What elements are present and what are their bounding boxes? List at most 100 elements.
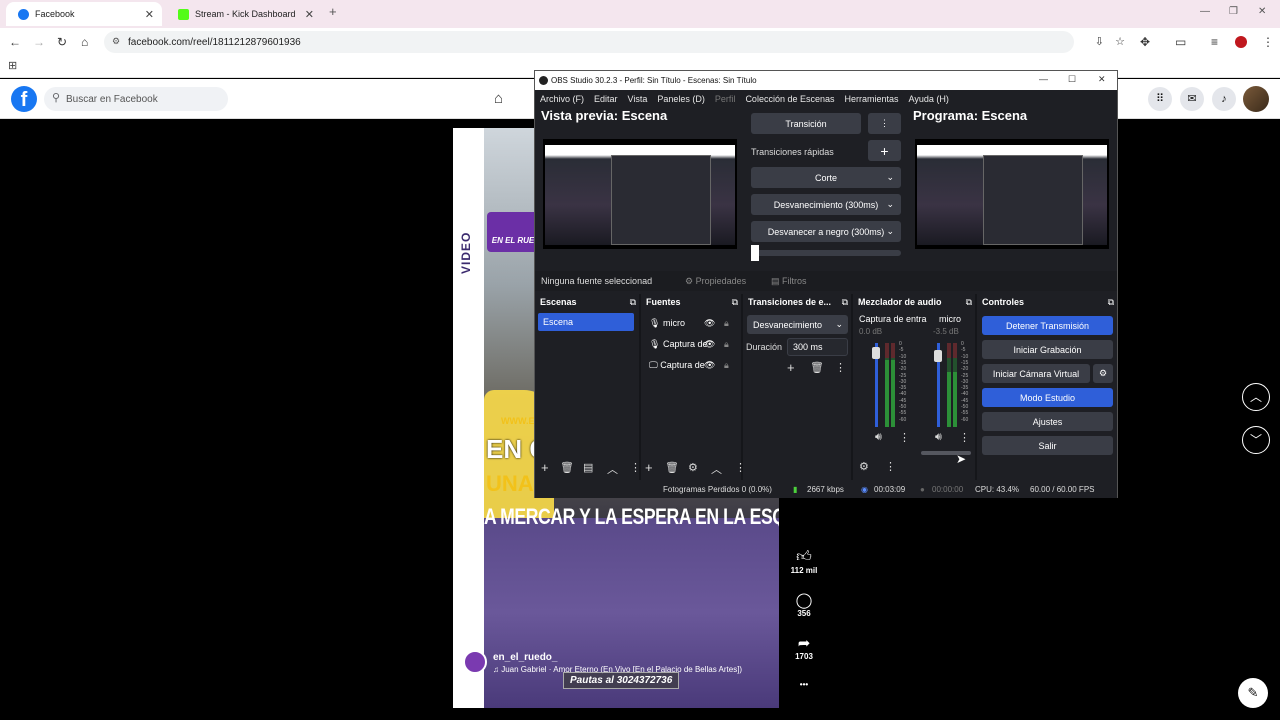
site-info-icon[interactable]: ⚙	[112, 36, 120, 47]
fader-handle[interactable]	[934, 350, 942, 362]
studio-mode-button[interactable]: Modo Estudio	[982, 388, 1113, 407]
duration-spinner[interactable]: 300 ms	[787, 338, 848, 356]
visibility-eye-icon[interactable]: 👁︎	[704, 356, 715, 374]
filters-button[interactable]: ▤ Filtros	[771, 276, 807, 287]
obs-window[interactable]: OBS Studio 30.2.3 - Perfil: Sin Título -…	[534, 70, 1118, 498]
source-item-micro[interactable]: 🎙︎ micro 👁︎ 🔒︎	[644, 314, 738, 332]
like-button[interactable]: 👍︎ 112 mil	[789, 548, 819, 575]
transition-menu-icon[interactable]: ⋮	[868, 113, 901, 134]
menu-coleccion[interactable]: Colección de Escenas	[745, 94, 834, 104]
program-canvas[interactable]	[915, 139, 1109, 249]
reel-username[interactable]: en_el_ruedo_	[493, 652, 557, 663]
more-icon[interactable]: ⋮	[630, 461, 641, 474]
move-up-icon[interactable]: ︿	[711, 461, 722, 477]
volume-speaker-icon[interactable]: 🔊︎	[935, 431, 942, 444]
menu-perfil[interactable]: Perfil	[715, 94, 736, 104]
tab-facebook[interactable]: Facebook ✕	[6, 2, 162, 26]
messenger-icon[interactable]: ✉	[1180, 87, 1204, 111]
quick-transition-fade-black[interactable]: Desvanecer a negro (300ms) ⌄	[751, 221, 901, 242]
home-nav-icon[interactable]: ⌂	[494, 90, 503, 107]
more-options-button[interactable]: •••	[789, 680, 819, 689]
add-scene-icon[interactable]: +	[541, 460, 549, 475]
user-avatar[interactable]	[1243, 86, 1269, 112]
forward-icon[interactable]: →	[33, 35, 45, 49]
transition-select[interactable]: Desvanecimiento ⌄	[747, 315, 848, 334]
facebook-search-input[interactable]: ⚲ Buscar en Facebook	[44, 87, 228, 111]
transition-slider[interactable]	[751, 250, 901, 256]
visibility-eye-icon[interactable]: 👁︎	[704, 314, 715, 332]
scene-filters-icon[interactable]: ▤	[583, 461, 593, 474]
exit-button[interactable]: Salir	[982, 436, 1113, 455]
fader-handle[interactable]	[872, 347, 880, 359]
restore-icon[interactable]: ❐	[1229, 6, 1238, 17]
volume-speaker-icon[interactable]: 🔊︎	[875, 431, 882, 444]
visibility-eye-icon[interactable]: 👁︎	[704, 335, 715, 353]
add-quick-transition-icon[interactable]: +	[868, 140, 901, 161]
close-tab-icon[interactable]: ✕	[145, 8, 154, 21]
undock-icon[interactable]: ⧉	[966, 294, 972, 310]
settings-button[interactable]: Ajustes	[982, 412, 1113, 431]
obs-maximize-icon[interactable]: ☐	[1068, 74, 1076, 85]
remove-scene-icon[interactable]: 🗑︎	[560, 461, 574, 474]
transition-slider-handle[interactable]	[751, 245, 759, 261]
reload-icon[interactable]: ↻	[57, 35, 67, 49]
install-icon[interactable]: ⇩	[1095, 35, 1104, 48]
undock-icon[interactable]: ⧉	[630, 294, 636, 310]
previous-reel-button[interactable]: ︿	[1242, 383, 1270, 411]
menu-ayuda[interactable]: Ayuda (H)	[909, 94, 949, 104]
move-up-icon[interactable]: ︿	[607, 461, 618, 477]
next-reel-button[interactable]: ﹀	[1242, 426, 1270, 454]
obs-close-icon[interactable]: ✕	[1098, 74, 1106, 85]
facebook-logo-icon[interactable]: f	[11, 86, 37, 112]
more-icon[interactable]: ⋮	[835, 361, 846, 374]
menu-editar[interactable]: Editar	[594, 94, 618, 104]
comment-button[interactable]: ◯ 356	[789, 591, 819, 618]
remove-transition-icon[interactable]: 🗑︎	[810, 361, 824, 374]
reel-author-avatar[interactable]	[463, 650, 487, 674]
extensions-icon[interactable]: ✥	[1140, 35, 1150, 49]
cast-icon[interactable]: ▭	[1175, 35, 1186, 49]
source-item-captura-pantalla[interactable]: 🖵︎ Captura de 👁︎ 🔒︎	[644, 356, 738, 374]
more-icon[interactable]: ⋮	[885, 460, 896, 473]
close-window-icon[interactable]: ✕	[1258, 6, 1266, 17]
share-button[interactable]: ➦ 1703	[789, 634, 819, 661]
quick-transition-corte[interactable]: Corte ⌄	[751, 167, 901, 188]
menu-grid-icon[interactable]: ⠿	[1148, 87, 1172, 111]
notifications-bell-icon[interactable]: ♪	[1212, 87, 1236, 111]
lock-icon[interactable]: 🔒︎	[724, 314, 729, 332]
address-bar[interactable]: ⚙ facebook.com/reel/1811212879601936 ⇩ ☆	[104, 31, 1125, 53]
quick-transition-fade[interactable]: Desvanecimiento (300ms) ⌄	[751, 194, 901, 215]
undock-icon[interactable]: ⧉	[732, 294, 738, 310]
tab-kick-dashboard[interactable]: Stream - Kick Dashboard ✕	[166, 2, 322, 26]
back-icon[interactable]: ←	[9, 35, 21, 49]
undock-icon[interactable]: ⧉	[842, 294, 848, 310]
minimize-icon[interactable]: —	[1200, 6, 1210, 17]
menu-paneles[interactable]: Paneles (D)	[657, 94, 705, 104]
preview-canvas[interactable]	[543, 139, 737, 249]
source-item-captura-audio[interactable]: 🎙︎ Captura de 👁︎ 🔒︎	[644, 335, 738, 353]
undock-icon[interactable]: ⧉	[1108, 294, 1114, 310]
source-settings-icon[interactable]: ⚙	[688, 461, 698, 474]
menu-vista[interactable]: Vista	[628, 94, 648, 104]
apps-grid-icon[interactable]: ⊞	[8, 59, 17, 72]
more-icon[interactable]: ⋮	[735, 461, 746, 474]
compose-icon[interactable]: ✎	[1238, 678, 1268, 708]
menu-icon[interactable]: ⋮	[1262, 35, 1274, 49]
bookmark-star-icon[interactable]: ☆	[1115, 35, 1125, 48]
profile-icon[interactable]	[1235, 36, 1247, 48]
lock-icon[interactable]: 🔒︎	[724, 335, 729, 353]
start-recording-button[interactable]: Iniciar Grabación	[982, 340, 1113, 359]
menu-archivo[interactable]: Archivo (F)	[540, 94, 584, 104]
home-icon[interactable]: ⌂	[81, 35, 88, 49]
lock-icon[interactable]: 🔒︎	[724, 356, 729, 374]
properties-button[interactable]: ⚙ Propiedades	[685, 276, 746, 287]
mixer-settings-icon[interactable]: ⚙	[859, 460, 869, 473]
stop-streaming-button[interactable]: Detener Transmisión	[982, 316, 1113, 335]
new-tab-icon[interactable]: +	[329, 4, 337, 19]
transition-button[interactable]: Transición	[751, 113, 861, 134]
more-icon[interactable]: ⋮	[959, 431, 970, 444]
close-tab-icon[interactable]: ✕	[305, 8, 314, 21]
media-icon[interactable]: ≡	[1211, 35, 1218, 49]
remove-source-icon[interactable]: 🗑︎	[665, 461, 679, 474]
menu-herramientas[interactable]: Herramientas	[845, 94, 899, 104]
